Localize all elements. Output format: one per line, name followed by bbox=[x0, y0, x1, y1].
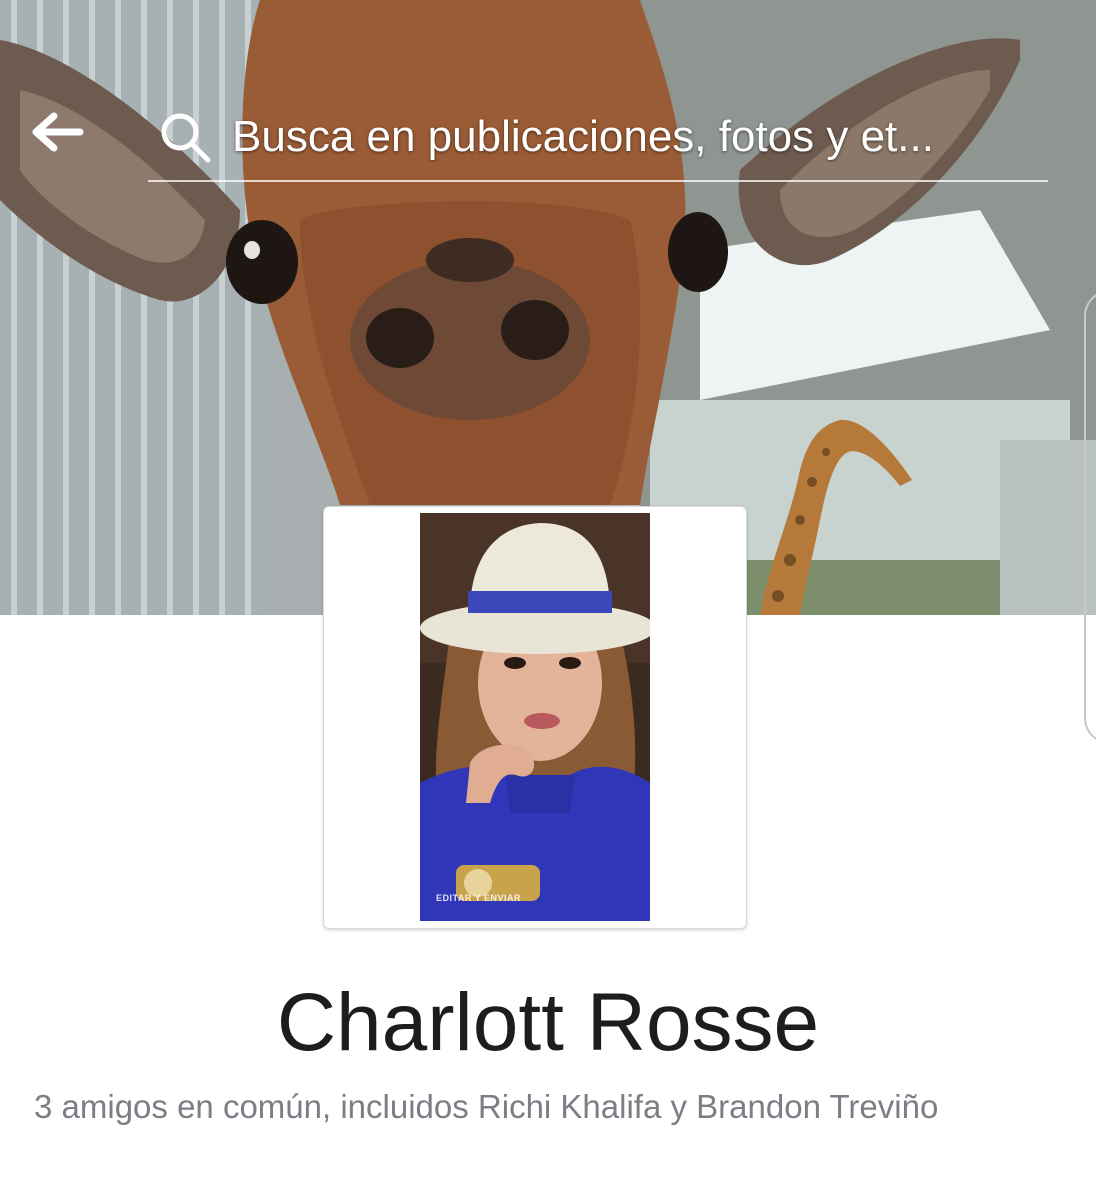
back-button[interactable] bbox=[26, 104, 88, 160]
search-bar[interactable] bbox=[148, 94, 1048, 182]
profile-photo-image bbox=[420, 513, 650, 921]
scroll-edge bbox=[1084, 290, 1096, 744]
arrow-left-icon bbox=[32, 112, 84, 152]
photo-watermark: EDITAR Y ENVIAR bbox=[436, 893, 522, 903]
mutual-friends-text[interactable]: 3 amigos en común, incluidos Richi Khali… bbox=[34, 1086, 1014, 1128]
search-input[interactable] bbox=[232, 107, 1048, 167]
profile-picture[interactable]: EDITAR Y ENVIAR bbox=[323, 506, 747, 929]
magnifier-icon bbox=[161, 113, 211, 163]
profile-name: Charlott Rosse bbox=[276, 977, 820, 1068]
